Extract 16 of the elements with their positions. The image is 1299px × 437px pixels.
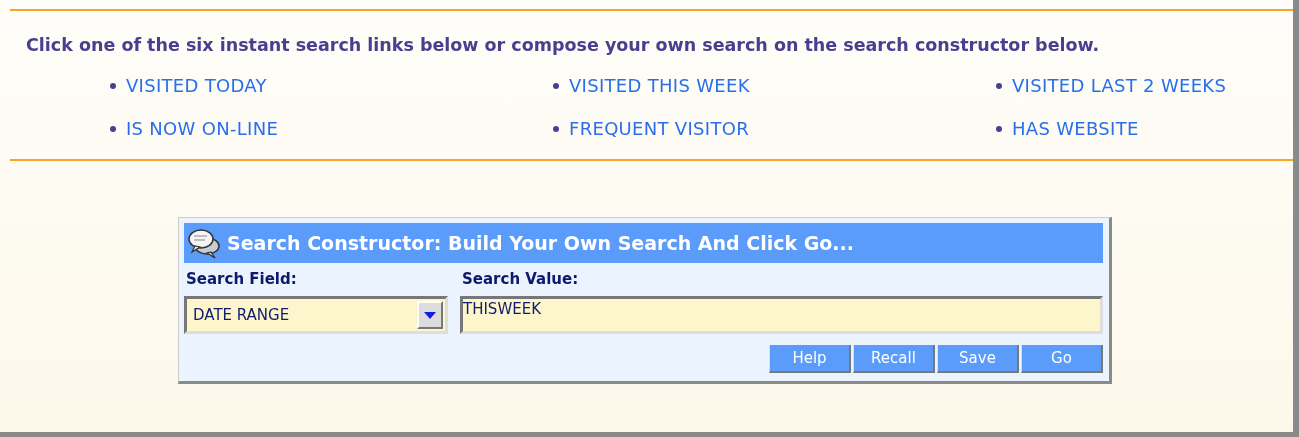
- search-link[interactable]: VISITED LAST 2 WEEKS: [1012, 75, 1227, 96]
- field-label: Search Field:: [186, 270, 297, 288]
- search-link[interactable]: FREQUENT VISITOR: [569, 118, 749, 139]
- action-button[interactable]: Help: [769, 345, 851, 373]
- value-label: Search Value:: [462, 270, 579, 288]
- search-link[interactable]: VISITED THIS WEEK: [569, 75, 750, 96]
- action-button[interactable]: Go: [1021, 345, 1103, 373]
- action-button[interactable]: Recall: [853, 345, 935, 373]
- search-link[interactable]: IS NOW ON-LINE: [126, 118, 279, 139]
- instructions-text: Click one of the six instant search links below or compose your own search on the search constructor below.: [26, 35, 1101, 55]
- search-field-dropdown[interactable]: DATE RANGE: [184, 296, 448, 334]
- search-value-field[interactable]: THISWEEK: [460, 296, 1103, 334]
- action-button[interactable]: Save: [937, 345, 1019, 373]
- search-link[interactable]: VISITED TODAY: [126, 75, 267, 96]
- search-link[interactable]: HAS WEBSITE: [1012, 118, 1139, 139]
- panel-title: Search Constructor: Build Your Own Search And Click Go...: [227, 232, 855, 254]
